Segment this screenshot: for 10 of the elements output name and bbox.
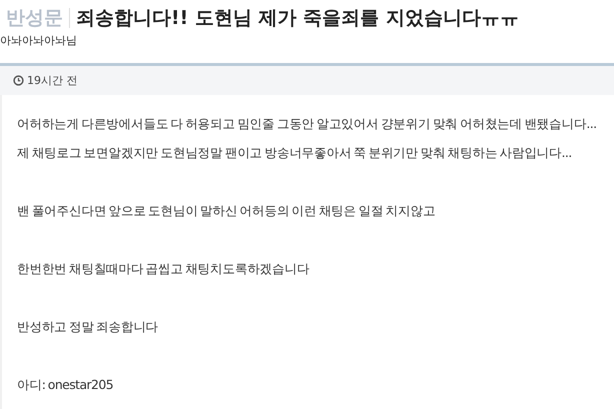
- body-text: 아디: onestar205: [17, 376, 114, 394]
- body-text: 한번한번 채팅칠때마다 곱씹고 채팅치도록하겠습니다: [17, 260, 310, 278]
- author-name[interactable]: 아놔아놔아놔님: [0, 33, 614, 48]
- body-text: 제 채팅로그 보면알겠지만 도현님정말 팬이고 방송너무좋아서 쭉 분위기만 맞춰 채팅하는 사람입니다...: [17, 144, 573, 162]
- clock-icon: [13, 75, 24, 86]
- body-text: 반성하고 정말 죄송합니다: [17, 318, 160, 336]
- body-text: 어허하는게 다른방에서들도 다 허용되고 밈인줄 그동안 알고있어서 걍분위기 맞춰 어허쳤는데 밴됐습니다...: [17, 115, 598, 133]
- post-time: 19시간 전: [27, 73, 78, 88]
- body-text: 밴 풀어주신다면 앞으로 도현님이 말하신 어허등의 이런 채팅은 일절 치지않고: [17, 202, 436, 220]
- post-title: 죄송합니다!! 도현님 제가 죽을죄를 지었습니다ㅠㅠ: [76, 6, 519, 31]
